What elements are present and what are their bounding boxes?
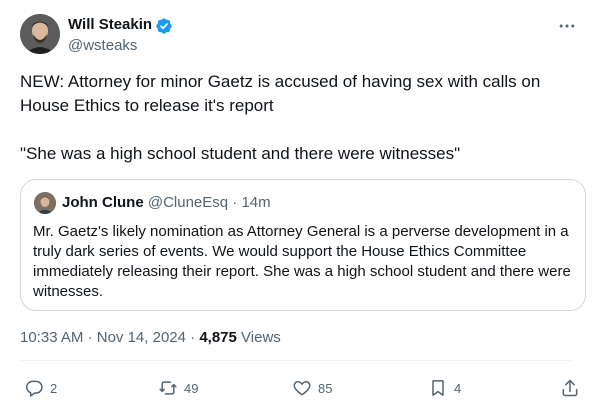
repost-icon <box>159 381 177 395</box>
verified-badge-icon <box>156 18 172 34</box>
author-name[interactable]: Will Steakin <box>68 15 152 35</box>
tweet-date[interactable]: Nov 14, 2024 <box>97 329 186 346</box>
meta-separator-2: · <box>190 329 196 346</box>
meta-separator: · <box>87 329 93 346</box>
action-bar: 2 49 85 4 <box>0 374 593 404</box>
bookmark-icon <box>432 380 444 396</box>
author-avatar[interactable] <box>20 14 60 54</box>
divider <box>20 360 573 361</box>
repost-count: 49 <box>184 380 199 396</box>
tweet-paragraph-1: NEW: Attorney for minor Gaetz is accused… <box>20 72 541 115</box>
share-button[interactable] <box>560 374 580 402</box>
views-count: 4,875 <box>199 329 237 346</box>
quoted-author-name[interactable]: John Clune <box>62 194 144 211</box>
views-label: Views <box>241 329 281 346</box>
repost-button[interactable]: 49 <box>158 374 198 402</box>
reply-count: 2 <box>50 380 58 396</box>
tweet-time[interactable]: 10:33 AM <box>20 329 83 346</box>
quoted-author-avatar[interactable] <box>34 192 56 214</box>
like-button[interactable]: 85 <box>292 374 332 402</box>
quoted-header: John Clune @CluneEsq · 14m <box>62 193 271 213</box>
bookmark-count: 4 <box>454 380 462 396</box>
author-handle[interactable]: @wsteaks <box>68 36 137 56</box>
tweet-text: NEW: Attorney for minor Gaetz is accused… <box>20 70 580 166</box>
quoted-separator: · <box>232 194 238 211</box>
tweet-meta: 10:33 AM · Nov 14, 2024 · 4,875 Views <box>20 328 281 348</box>
heart-icon <box>293 381 311 396</box>
reply-button[interactable]: 2 <box>24 374 57 402</box>
quoted-tweet-text: Mr. Gaetz's likely nomination as Attorne… <box>33 223 571 300</box>
quoted-timestamp[interactable]: 14m <box>241 194 270 211</box>
tweet-paragraph-2: "She was a high school student and there… <box>20 144 461 163</box>
reply-icon <box>25 380 43 397</box>
more-horizontal-icon <box>559 24 575 28</box>
more-options-button[interactable] <box>555 14 579 38</box>
bookmark-button[interactable]: 4 <box>428 374 461 402</box>
share-icon <box>562 379 578 397</box>
tweet: Will Steakin @wsteaks NEW: Attorney for … <box>0 0 593 420</box>
like-count: 85 <box>318 380 333 396</box>
quoted-tweet-card[interactable]: John Clune @CluneEsq · 14m Mr. Gaetz's l… <box>20 179 586 311</box>
quoted-author-handle[interactable]: @CluneEsq <box>148 194 228 211</box>
